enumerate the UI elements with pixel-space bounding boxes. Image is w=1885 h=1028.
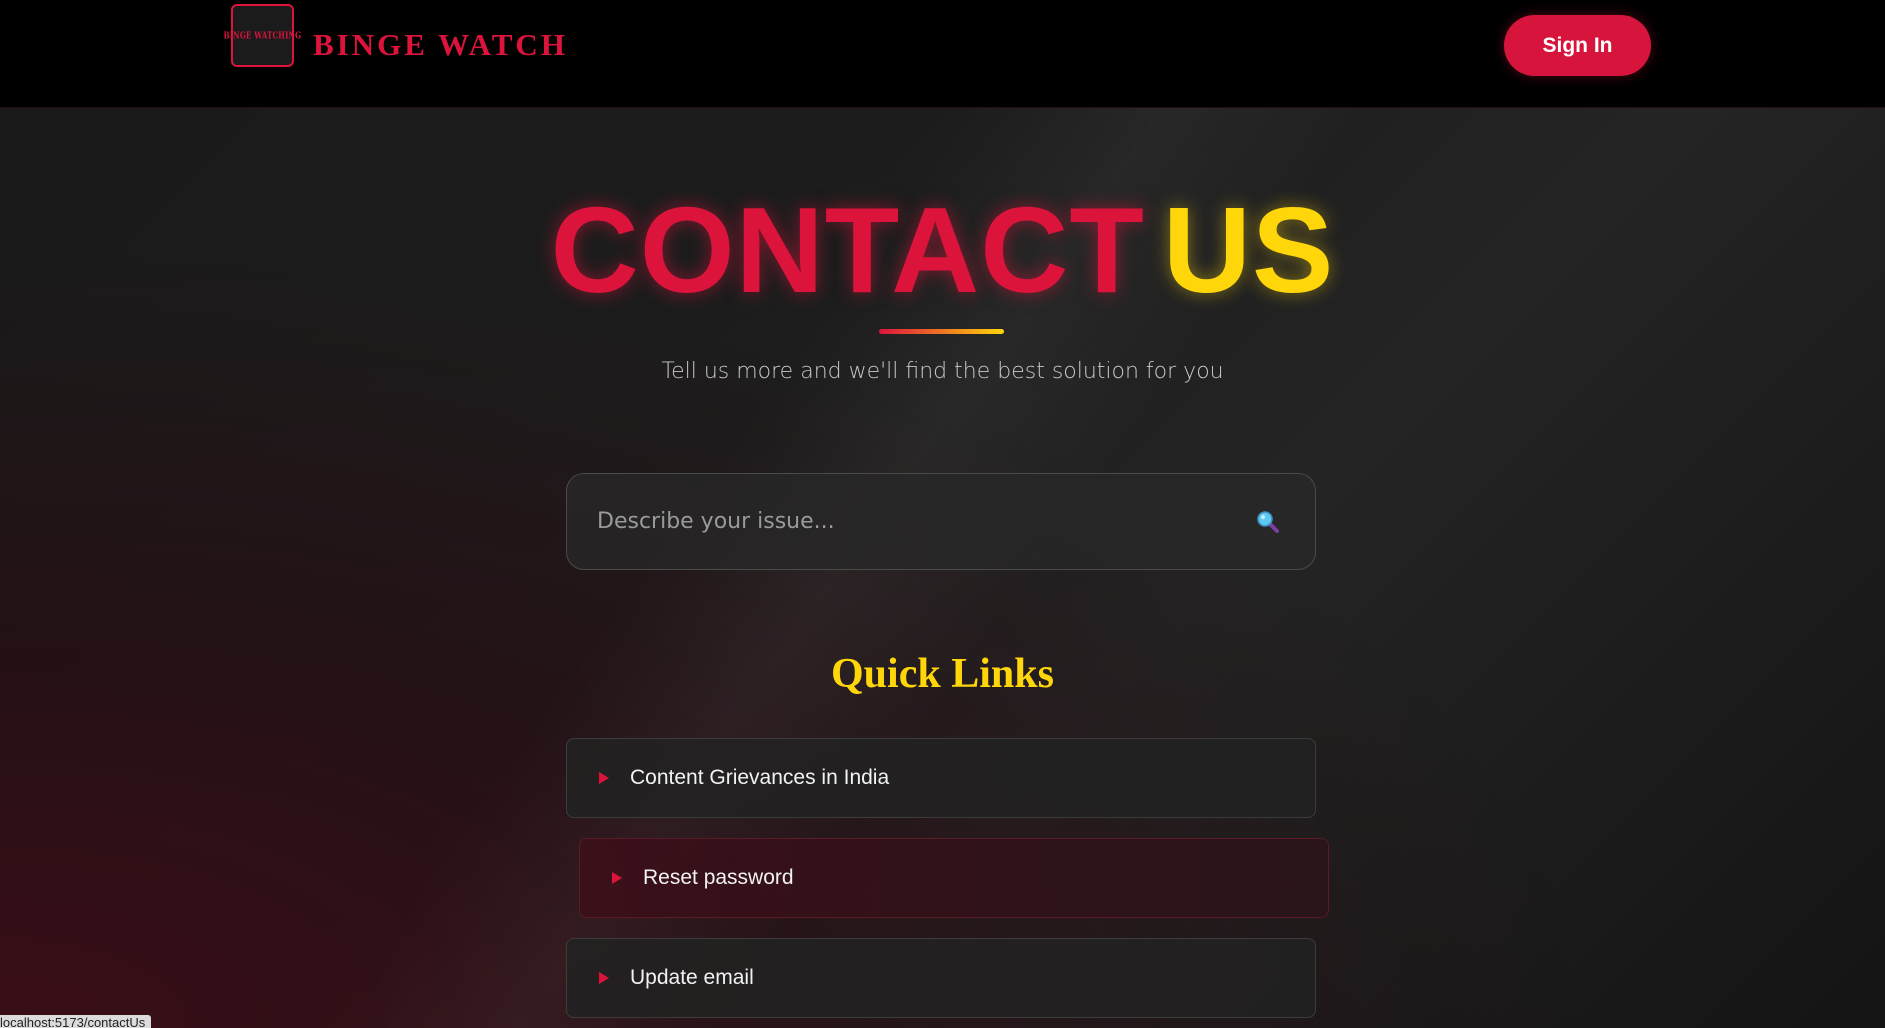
caret-right-icon <box>599 772 609 784</box>
quick-link-label: Update email <box>630 966 754 989</box>
caret-right-icon <box>599 972 609 984</box>
top-navbar: BINGE WATCHING BINGE WATCH Sign In <box>0 0 1885 108</box>
quick-link-reset-password[interactable]: Reset password <box>579 838 1329 918</box>
quick-link-update-email[interactable]: Update email <box>566 938 1316 1018</box>
quick-link-content-grievances[interactable]: Content Grievances in India <box>566 738 1316 818</box>
issue-search-box <box>566 473 1316 570</box>
logo[interactable]: BINGE WATCHING <box>224 4 301 67</box>
quick-link-label: Reset password <box>643 866 794 889</box>
quick-link-label: Content Grievances in India <box>630 766 890 789</box>
browser-status-url: localhost:5173/contactUs <box>0 1015 152 1028</box>
brand-name[interactable]: BINGE WATCH <box>313 27 568 63</box>
sign-in-button[interactable]: Sign In <box>1504 15 1651 76</box>
page: BINGE WATCHING BINGE WATCH Sign In CONTA… <box>0 0 1885 1028</box>
search-icon[interactable] <box>1255 509 1281 535</box>
page-title: CONTACT US <box>0 185 1885 315</box>
page-title-part2: US <box>1162 182 1335 318</box>
title-underline <box>879 329 1004 334</box>
page-subtitle: Tell us more and we'll find the best sol… <box>661 359 1224 384</box>
issue-search-input[interactable] <box>597 474 1237 569</box>
page-title-part1: CONTACT <box>550 182 1145 318</box>
quick-links-title: Quick Links <box>831 651 1054 697</box>
logo-text: BINGE WATCHING <box>223 29 302 42</box>
caret-right-icon <box>612 872 622 884</box>
